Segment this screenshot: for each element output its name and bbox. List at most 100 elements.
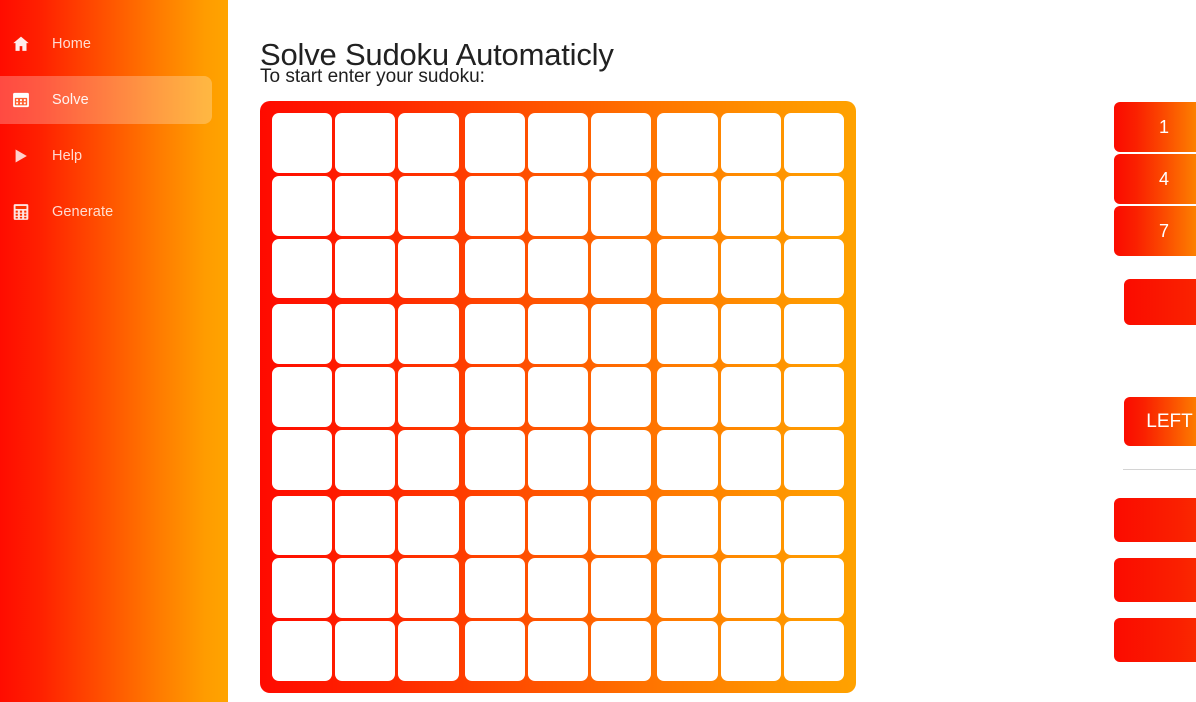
sudoku-cell[interactable] (398, 429, 459, 490)
sudoku-cell[interactable] (272, 367, 333, 427)
sidebar-item-generate[interactable]: Generate (0, 188, 212, 236)
sudoku-cell[interactable] (591, 304, 652, 365)
sudoku-cell[interactable] (527, 304, 589, 365)
sudoku-cell[interactable] (335, 175, 396, 236)
sudoku-cell[interactable] (398, 621, 459, 681)
sudoku-cell[interactable] (464, 304, 525, 365)
sudoku-cell[interactable] (720, 238, 781, 299)
sudoku-cell[interactable] (335, 304, 396, 365)
sudoku-grid[interactable] (260, 101, 856, 693)
sudoku-cell[interactable] (464, 621, 525, 681)
sidebar-item-home[interactable]: Home (0, 20, 212, 68)
sudoku-cell[interactable] (272, 304, 333, 365)
sudoku-cell[interactable] (398, 113, 459, 173)
sudoku-cell[interactable] (591, 367, 652, 427)
sudoku-cell[interactable] (527, 113, 589, 173)
sudoku-cell[interactable] (464, 238, 525, 299)
sudoku-cell[interactable] (272, 113, 333, 173)
sudoku-cell[interactable] (657, 558, 718, 619)
sudoku-cell[interactable] (335, 495, 396, 556)
sudoku-cell[interactable] (657, 175, 718, 236)
sudoku-cell[interactable] (272, 621, 333, 681)
sudoku-cell[interactable] (720, 558, 781, 619)
sudoku-cell[interactable] (398, 238, 459, 299)
sudoku-cell[interactable] (720, 113, 781, 173)
sudoku-cell[interactable] (335, 113, 396, 173)
sudoku-cell[interactable] (783, 304, 844, 365)
sudoku-cell[interactable] (720, 367, 781, 427)
sudoku-cell[interactable] (783, 429, 844, 490)
sudoku-cell[interactable] (657, 113, 718, 173)
sudoku-cell[interactable] (527, 558, 589, 619)
sudoku-cell[interactable] (657, 304, 718, 365)
home-icon (10, 33, 32, 55)
sudoku-cell[interactable] (398, 304, 459, 365)
sudoku-cell[interactable] (657, 238, 718, 299)
sidebar-item-help[interactable]: Help (0, 132, 212, 180)
sudoku-cell[interactable] (591, 621, 652, 681)
sudoku-cell[interactable] (398, 175, 459, 236)
sudoku-cell[interactable] (591, 495, 652, 556)
sudoku-cell[interactable] (657, 621, 718, 681)
sudoku-cell[interactable] (591, 175, 652, 236)
sudoku-cell[interactable] (398, 558, 459, 619)
sudoku-cell[interactable] (464, 113, 525, 173)
sudoku-cell[interactable] (335, 621, 396, 681)
sudoku-cell[interactable] (783, 367, 844, 427)
submit-button[interactable]: Submit (1114, 558, 1196, 602)
left-button[interactable]: LEFT (1124, 397, 1196, 446)
number-button-4[interactable]: 4 (1114, 154, 1196, 204)
sudoku-cell[interactable] (591, 429, 652, 490)
number-button-1[interactable]: 1 (1114, 102, 1196, 152)
sudoku-cell[interactable] (527, 621, 589, 681)
sudoku-cell[interactable] (272, 429, 333, 490)
sudoku-cell[interactable] (272, 175, 333, 236)
number-button-7[interactable]: 7 (1114, 206, 1196, 256)
sudoku-cell[interactable] (527, 367, 589, 427)
sudoku-cell[interactable] (720, 304, 781, 365)
sudoku-cell[interactable] (527, 238, 589, 299)
sudoku-cell[interactable] (398, 367, 459, 427)
sudoku-cell[interactable] (527, 495, 589, 556)
sudoku-cell[interactable] (272, 238, 333, 299)
sudoku-box (657, 304, 844, 490)
sudoku-cell[interactable] (527, 175, 589, 236)
sudoku-cell[interactable] (335, 367, 396, 427)
play-icon (10, 145, 32, 167)
sudoku-cell[interactable] (335, 429, 396, 490)
sudoku-cell[interactable] (783, 113, 844, 173)
sudoku-cell[interactable] (335, 558, 396, 619)
copy-sudoku-button[interactable]: Copy Sudoku (1114, 618, 1196, 662)
section-divider (1123, 469, 1196, 470)
sidebar-item-solve[interactable]: Solve (0, 76, 212, 124)
sudoku-cell[interactable] (591, 238, 652, 299)
sudoku-cell[interactable] (398, 495, 459, 556)
sudoku-cell[interactable] (720, 495, 781, 556)
sudoku-cell[interactable] (783, 175, 844, 236)
sudoku-cell[interactable] (783, 238, 844, 299)
sudoku-cell[interactable] (272, 558, 333, 619)
sudoku-cell[interactable] (464, 558, 525, 619)
sudoku-cell[interactable] (657, 367, 718, 427)
sudoku-cell[interactable] (464, 175, 525, 236)
sidebar-item-label: Generate (52, 204, 114, 220)
sudoku-cell[interactable] (657, 495, 718, 556)
sudoku-cell[interactable] (720, 175, 781, 236)
sudoku-cell[interactable] (783, 495, 844, 556)
sudoku-cell[interactable] (527, 429, 589, 490)
erase-button[interactable]: Erase (1124, 279, 1196, 325)
sudoku-cell[interactable] (335, 238, 396, 299)
sudoku-cell[interactable] (464, 429, 525, 490)
sudoku-cell[interactable] (591, 113, 652, 173)
sudoku-cell[interactable] (272, 495, 333, 556)
sidebar-item-label: Home (52, 36, 92, 52)
sudoku-cell[interactable] (657, 429, 718, 490)
sudoku-cell[interactable] (783, 621, 844, 681)
clear-button[interactable]: Clear (1114, 498, 1196, 542)
sudoku-cell[interactable] (464, 367, 525, 427)
sudoku-cell[interactable] (720, 429, 781, 490)
sudoku-cell[interactable] (464, 495, 525, 556)
sudoku-cell[interactable] (720, 621, 781, 681)
sudoku-cell[interactable] (783, 558, 844, 619)
sudoku-cell[interactable] (591, 558, 652, 619)
